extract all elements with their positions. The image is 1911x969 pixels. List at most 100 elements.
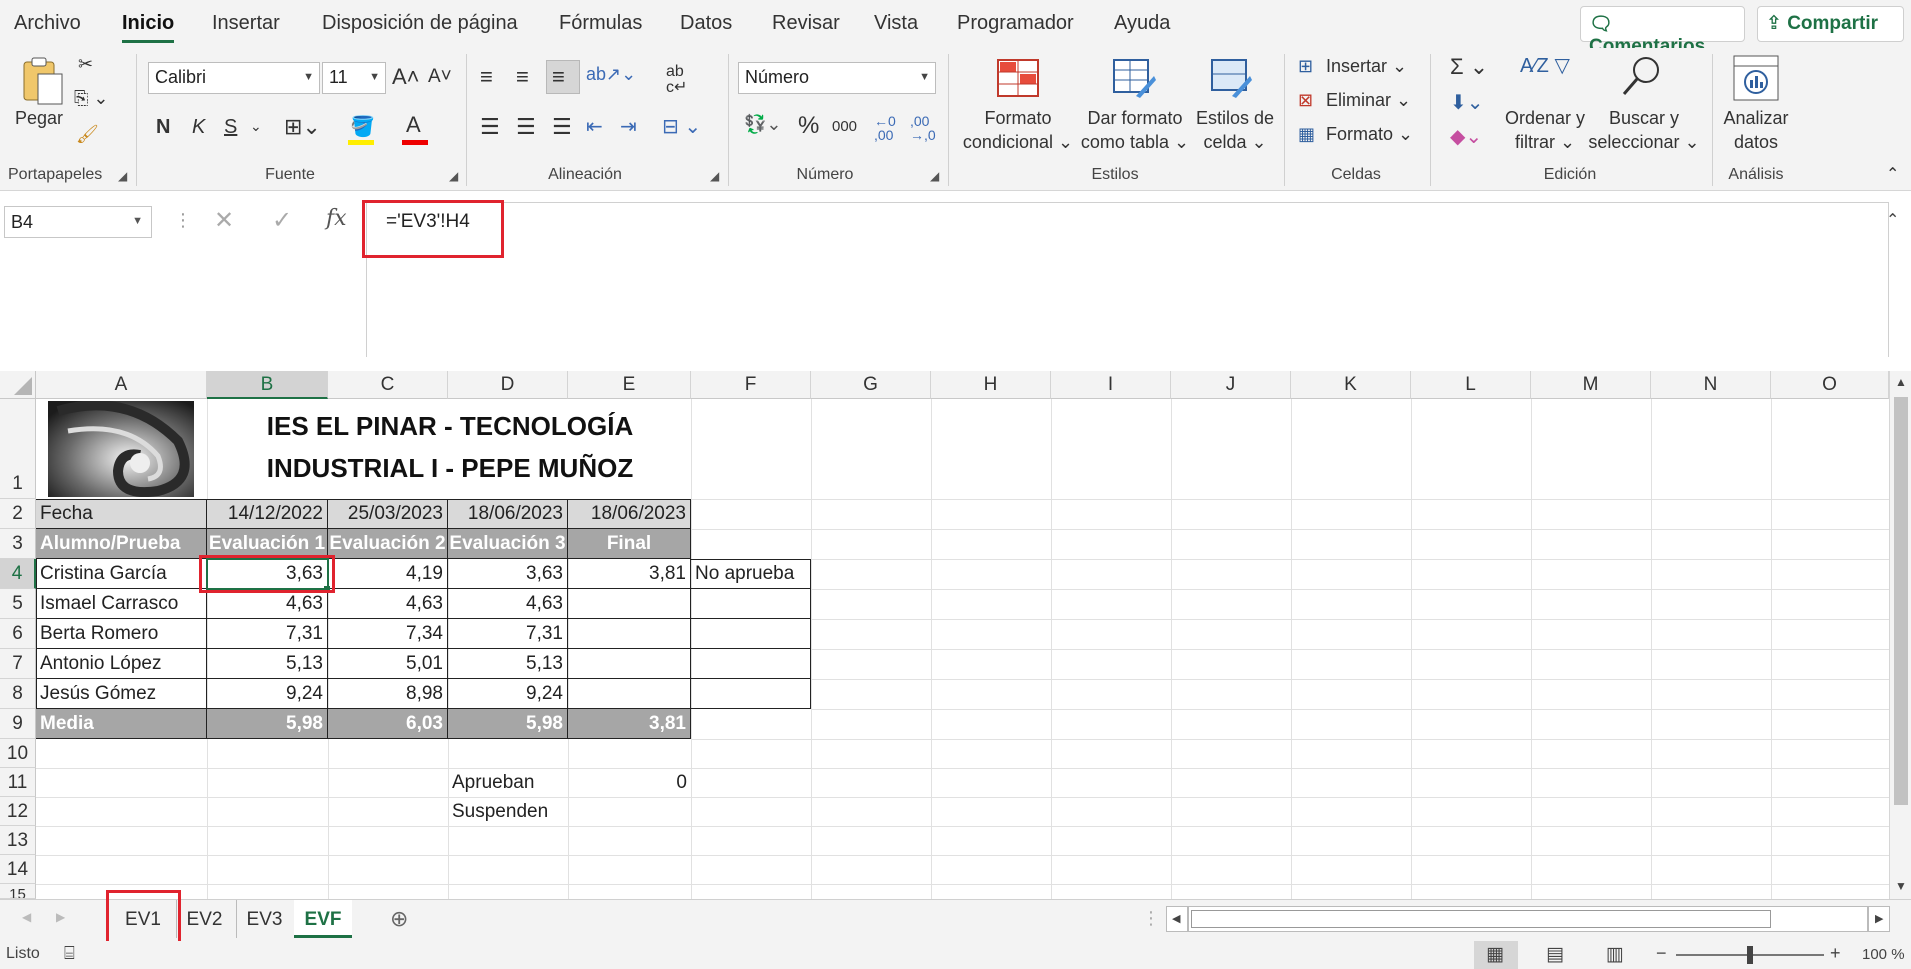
average-cell-b[interactable]: 5,98: [207, 709, 328, 739]
collapse-ribbon-icon[interactable]: ⌃: [1886, 164, 1899, 184]
row-header-11[interactable]: 11: [0, 768, 36, 797]
zoom-in-icon[interactable]: +: [1830, 943, 1841, 964]
col-header-i[interactable]: I: [1051, 371, 1171, 399]
orientation-icon[interactable]: ab↗⌄: [586, 64, 636, 85]
align-left-icon[interactable]: ☰: [480, 114, 500, 140]
header-cell-a[interactable]: Alumno/Prueba: [36, 529, 207, 559]
student-name-cell[interactable]: Antonio López: [36, 649, 207, 679]
tab-ayuda[interactable]: Ayuda: [1114, 12, 1170, 35]
ev2-cell[interactable]: 4,19: [328, 559, 448, 589]
find-select-icon[interactable]: [1620, 54, 1664, 98]
col-header-n[interactable]: N: [1651, 371, 1771, 399]
row-header-12[interactable]: 12: [0, 797, 36, 826]
row-header-14[interactable]: 14: [0, 855, 36, 884]
ev2-cell[interactable]: 5,01: [328, 649, 448, 679]
ev3-cell[interactable]: 5,13: [448, 649, 568, 679]
row-header-2[interactable]: 2: [0, 499, 36, 529]
delete-cells-icon[interactable]: ⊠: [1298, 90, 1313, 111]
align-center-icon[interactable]: ☰: [516, 114, 536, 140]
collapse-formula-bar-icon[interactable]: ⌃: [1886, 210, 1899, 230]
format-painter-icon[interactable]: 🖌: [76, 124, 99, 145]
row-header-6[interactable]: 6: [0, 619, 36, 649]
fail-label-cell[interactable]: Suspenden: [448, 797, 568, 826]
date-cell-b[interactable]: 14/12/2022: [207, 500, 328, 529]
grow-font-icon[interactable]: A˄: [392, 64, 420, 90]
result-cell[interactable]: [691, 679, 811, 709]
format-cells-icon[interactable]: ▦: [1298, 124, 1315, 145]
row-header-5[interactable]: 5: [0, 589, 36, 619]
tab-split-handle-icon[interactable]: ⋮: [1142, 908, 1160, 929]
col-header-j[interactable]: J: [1171, 371, 1291, 399]
col-header-f[interactable]: F: [691, 371, 811, 399]
student-name-cell[interactable]: Cristina García: [36, 559, 207, 589]
paste-button[interactable]: Pegar: [14, 106, 64, 130]
ev3-cell[interactable]: 4,63: [448, 589, 568, 619]
ev1-cell[interactable]: 5,13: [207, 649, 328, 679]
sheet-tab-ev3[interactable]: EV3: [236, 900, 292, 938]
zoom-level[interactable]: 100 %: [1862, 946, 1905, 963]
average-cell-e[interactable]: 3,81: [568, 709, 691, 739]
final-cell[interactable]: [568, 679, 691, 709]
scroll-up-icon[interactable]: ▲: [1895, 375, 1907, 389]
row-header-1[interactable]: 1: [0, 399, 36, 499]
tab-disposicion[interactable]: Disposición de página: [322, 12, 518, 35]
zoom-slider-thumb[interactable]: [1747, 946, 1753, 964]
ev3-cell[interactable]: 3,63: [448, 559, 568, 589]
clipboard-launcher-icon[interactable]: ◢: [118, 169, 127, 183]
fill-icon[interactable]: ⬇⌄: [1450, 90, 1484, 115]
sort-filter-icon[interactable]: A⁄Z ▽: [1520, 56, 1570, 76]
average-label-cell[interactable]: Media: [36, 709, 207, 739]
tab-revisar[interactable]: Revisar: [772, 12, 840, 35]
sheet-tab-ev2[interactable]: EV2: [176, 900, 232, 938]
font-launcher-icon[interactable]: ◢: [449, 169, 458, 183]
add-sheet-icon[interactable]: ⊕: [390, 906, 408, 932]
chevron-down-icon[interactable]: ▼: [132, 215, 143, 227]
cell-styles-icon[interactable]: [1210, 58, 1254, 98]
row-header-15[interactable]: 15: [0, 884, 36, 899]
row-header-13[interactable]: 13: [0, 826, 36, 855]
formula-input[interactable]: ='EV3'!H4: [366, 202, 1889, 357]
horizontal-scrollbar[interactable]: [1188, 906, 1868, 932]
clear-icon[interactable]: ◆⌄: [1450, 124, 1482, 149]
select-all-corner[interactable]: [0, 371, 36, 399]
col-header-a[interactable]: A: [36, 371, 207, 399]
header-cell-d[interactable]: Evaluación 3: [448, 529, 568, 559]
zoom-out-icon[interactable]: −: [1656, 943, 1667, 964]
number-launcher-icon[interactable]: ◢: [930, 169, 939, 183]
final-cell[interactable]: [568, 619, 691, 649]
conditional-format-button[interactable]: Formato condicional ⌄: [960, 106, 1076, 154]
increase-decimal-icon[interactable]: ←0,00: [874, 114, 896, 142]
final-cell[interactable]: 3,81: [568, 559, 691, 589]
copy-icon[interactable]: ⎘ ⌄: [74, 88, 108, 109]
borders-icon[interactable]: ⊞⌄: [284, 114, 321, 140]
col-header-e[interactable]: E: [568, 371, 691, 399]
align-top-icon[interactable]: ≡: [480, 64, 493, 90]
col-header-d[interactable]: D: [448, 371, 568, 399]
ev3-cell[interactable]: 9,24: [448, 679, 568, 709]
percent-icon[interactable]: %: [798, 112, 819, 140]
align-middle-icon[interactable]: ≡: [516, 64, 529, 90]
row-header-10[interactable]: 10: [0, 739, 36, 768]
share-button[interactable]: ⇪ Compartir: [1757, 6, 1904, 42]
decrease-indent-icon[interactable]: ⇤: [586, 114, 603, 139]
normal-view-button[interactable]: ▦: [1474, 941, 1518, 969]
comments-button[interactable]: 🗨 Comentarios: [1580, 6, 1745, 57]
paste-icon[interactable]: [18, 56, 66, 106]
accounting-format-icon[interactable]: 💱⌄: [744, 114, 782, 135]
average-cell-c[interactable]: 6,03: [328, 709, 448, 739]
vertical-scrollbar[interactable]: ▲ ▼: [1889, 371, 1911, 899]
number-format-select[interactable]: Número ▼: [738, 62, 936, 94]
col-header-c[interactable]: C: [328, 371, 448, 399]
fill-color-icon[interactable]: 🪣: [350, 114, 375, 139]
pass-label-cell[interactable]: Aprueban: [448, 768, 568, 797]
final-cell[interactable]: [568, 649, 691, 679]
col-header-g[interactable]: G: [811, 371, 931, 399]
tab-insertar[interactable]: Insertar: [212, 12, 280, 35]
result-cell[interactable]: No aprueba: [691, 559, 811, 589]
accessibility-icon[interactable]: ⌸: [64, 943, 75, 964]
ev2-cell[interactable]: 8,98: [328, 679, 448, 709]
ev1-cell[interactable]: 9,24: [207, 679, 328, 709]
chevron-down-icon[interactable]: ⌄: [250, 118, 262, 135]
ev2-cell[interactable]: 4,63: [328, 589, 448, 619]
ev1-cell[interactable]: 7,31: [207, 619, 328, 649]
